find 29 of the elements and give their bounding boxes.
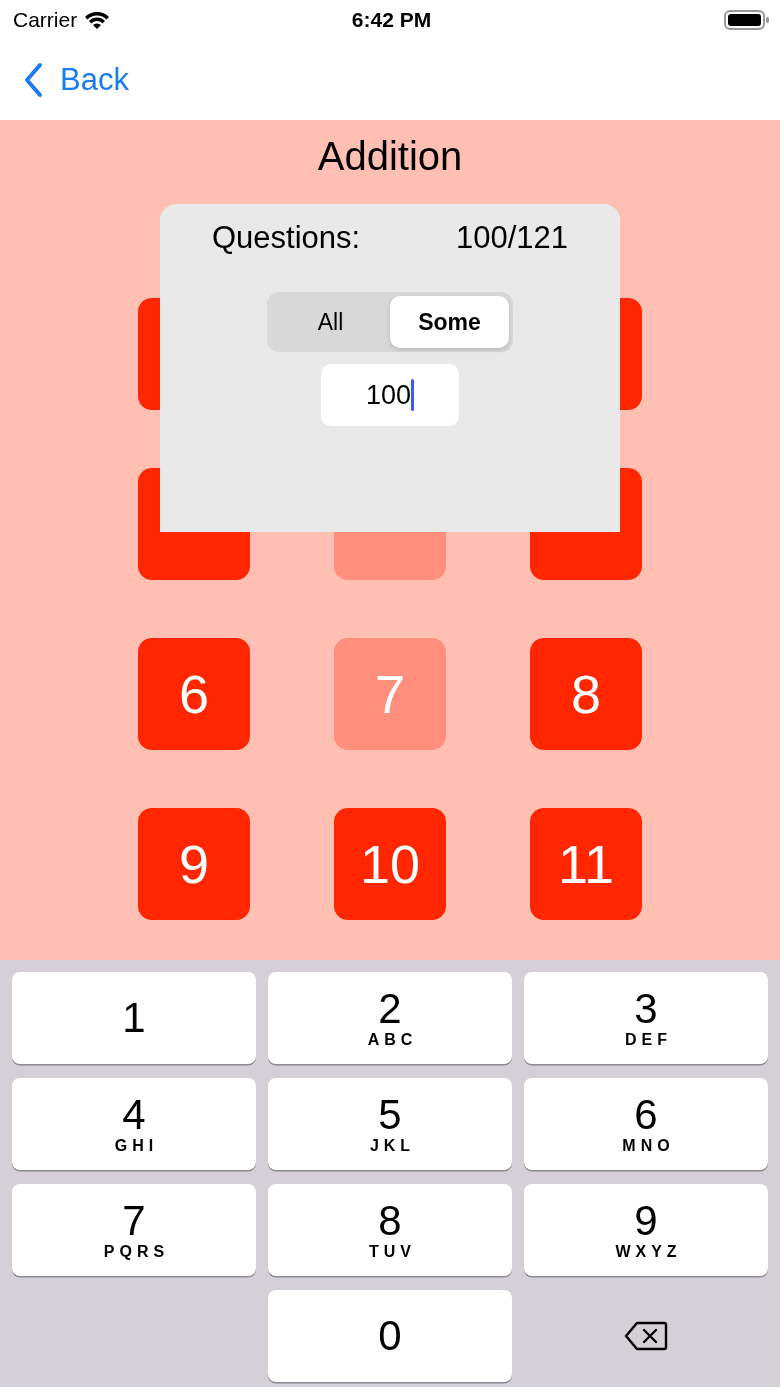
number-tile[interactable]: 9 [138,808,250,920]
wifi-icon [83,10,112,30]
keypad-key[interactable]: 9 WXYZ [524,1184,768,1276]
clock-time: 6:42 PM [351,8,432,32]
keypad-key[interactable]: 8 TUV [268,1184,512,1276]
keypad-key[interactable]: 5 JKL [268,1078,512,1170]
screen-title: Addition [317,134,463,180]
text-cursor-icon [411,379,415,411]
backspace-icon[interactable] [624,1321,668,1351]
keypad-key[interactable]: 3 DEF [524,972,768,1064]
keypad-key[interactable]: 7 PQRS [12,1184,256,1276]
questions-count: 100/121 [455,220,568,256]
chevron-left-icon [22,62,44,98]
keypad-key[interactable]: 6 MNO [524,1078,768,1170]
keypad-key[interactable]: 1 [12,972,256,1064]
number-tile[interactable]: 11 [530,808,642,920]
number-tile[interactable]: 6 [138,638,250,750]
carrier-name: Carrier [13,8,78,32]
segment-button[interactable]: Some [390,296,509,348]
number-tile[interactable]: 8 [530,638,642,750]
keypad-key[interactable]: 4 GHI [12,1078,256,1170]
back-button[interactable]: Back [22,62,129,98]
battery-icon [724,9,770,31]
segment-button[interactable]: All [271,296,390,348]
keypad-key[interactable]: 0 [268,1290,512,1382]
questions-label: Questions: [212,220,361,256]
number-field[interactable]: 100 [321,364,459,426]
keypad-key[interactable]: 2 ABC [268,972,512,1064]
number-tile[interactable]: 10 [334,808,446,920]
